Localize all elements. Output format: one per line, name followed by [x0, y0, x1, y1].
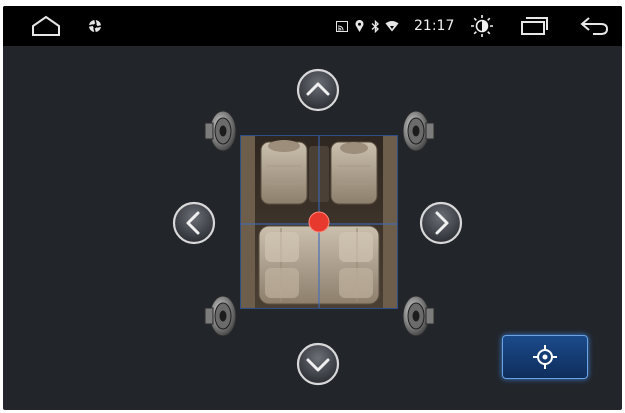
- chevron-down-icon: [296, 342, 340, 386]
- recent-apps-icon[interactable]: [519, 6, 549, 46]
- balance-point[interactable]: [308, 211, 330, 233]
- up-arrow-button[interactable]: [296, 68, 340, 112]
- speaker-rear-right: [400, 294, 438, 338]
- bluetooth-icon: [369, 6, 381, 46]
- crosshair-icon: [533, 345, 557, 369]
- speaker-front-left: [201, 109, 239, 153]
- right-arrow-button[interactable]: [419, 201, 463, 245]
- balance-fader-pad[interactable]: [240, 135, 398, 309]
- wifi-icon: [384, 6, 400, 46]
- speaker-icon: [204, 110, 237, 152]
- back-icon[interactable]: [578, 6, 610, 46]
- speaker-icon: [402, 295, 435, 337]
- chevron-right-icon: [419, 201, 463, 245]
- location-icon: [353, 6, 365, 46]
- left-arrow-button[interactable]: [172, 201, 216, 245]
- speaker-front-right: [400, 109, 438, 153]
- speaker-icon: [204, 295, 237, 337]
- screen: 21:17: [3, 6, 622, 410]
- down-arrow-button[interactable]: [296, 342, 340, 386]
- speaker-rear-left: [201, 294, 239, 338]
- brightness-icon[interactable]: [469, 6, 495, 46]
- chevron-left-icon: [172, 201, 216, 245]
- center-reset-button[interactable]: [502, 335, 588, 379]
- clock: 21:17: [414, 18, 455, 34]
- settings-icon[interactable]: [85, 6, 105, 46]
- car-seats-image: [241, 136, 397, 308]
- chevron-up-icon: [296, 68, 340, 112]
- cast-icon: [335, 6, 349, 46]
- home-icon[interactable]: [28, 6, 64, 46]
- speaker-icon: [402, 110, 435, 152]
- status-bar: 21:17: [3, 6, 622, 46]
